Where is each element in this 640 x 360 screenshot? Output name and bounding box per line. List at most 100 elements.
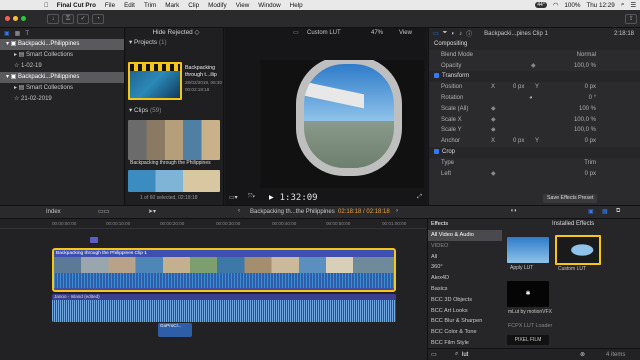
anchor-y[interactable]: 0 px [585,136,596,147]
timeline-ruler[interactable]: 00:00:00:00 00:00:10:00 00:00:20:00 00:0… [0,219,427,229]
opacity-slider[interactable]: ◆ [531,61,536,72]
clear-search-icon[interactable]: ⊗ [580,351,585,358]
color-icon[interactable]: ◐ [451,31,455,37]
save-effects-preset-button[interactable]: Save Effects Preset [543,194,598,203]
transform-tool-icon[interactable]: ⤧▾ [248,194,255,201]
import-icon[interactable]: ↓ [47,13,59,24]
category-bcc-3d-objects[interactable]: BCC 3D Objects [428,295,502,306]
scale-slider[interactable]: ◆ [491,104,496,115]
menu-modify[interactable]: Modify [208,2,227,9]
opacity-value[interactable]: 100,0 % [574,61,596,72]
zoom-popup[interactable]: 47% [371,28,383,38]
key-icon[interactable]: ⚿ [62,13,74,24]
video-inspector-icon[interactable]: ▭ [433,30,439,37]
apple-icon[interactable]:  [44,2,49,9]
crop-left-value[interactable]: 0 px [585,169,596,180]
crop-left-slider[interactable]: ◆ [491,169,496,180]
category-bcc-art-looks[interactable]: BCC Art Looks [428,306,502,317]
custom-lut-thumbnail[interactable] [555,235,601,265]
connected-clip[interactable]: GoProCl... [158,323,192,337]
position-y[interactable]: 0 px [585,82,596,93]
library-item-smart-collections-2[interactable]: ▸ ▤ Smart Collections [0,83,124,94]
transform-section[interactable]: Transform [429,71,640,83]
crop-checkbox[interactable] [434,148,439,154]
wifi-icon[interactable]: ◠ [553,2,559,9]
close-window-icon[interactable] [5,16,10,21]
category-all-video-audio[interactable]: All Video & Audio [428,230,502,241]
select-tool-icon[interactable]: ➤▾ [148,208,156,215]
clock[interactable]: Thu 12:29 [586,2,614,9]
projects-header[interactable]: ▾ Projects (1) [126,38,223,48]
effects-browser-icon[interactable]: ▦ [602,208,608,215]
category-all[interactable]: All [428,252,502,263]
rotation-dial-icon[interactable]: ◕ [529,93,533,104]
project-thumbnail[interactable] [128,62,182,100]
zoom-window-icon[interactable] [21,16,26,21]
zoom-level[interactable]: 100% [564,2,580,9]
libraries-icon[interactable]: ▣ [4,30,10,37]
back-icon[interactable]: ‹ [238,208,240,214]
titles-icon[interactable]: T [25,31,29,37]
forward-icon[interactable]: › [396,208,398,214]
share-icon[interactable]: ⇪ [625,13,637,24]
effects-search-input[interactable]: lut [462,352,468,358]
menu-file[interactable]: File [105,2,115,9]
info-icon[interactable]: ⓘ [466,29,472,38]
scale-all-value[interactable]: 100 % [579,104,596,115]
clips-header[interactable]: ▾ Clips (59) [126,106,161,116]
background-tasks-icon[interactable]: ◔ [92,13,104,24]
library-item-backpacking[interactable]: ▾ ▣ Backpacki...Philippines [0,39,124,50]
apply-lut-thumbnail[interactable] [507,237,549,263]
scale-x-value[interactable]: 100,0 % [574,115,596,126]
timecode-display[interactable]: 1:32:09 [280,193,318,203]
filter-icon[interactable]: ⏷ [443,30,448,37]
menu-list-icon[interactable]: ☰ [630,2,636,9]
pixel-film-thumbnail[interactable]: PIXEL FILM [507,335,549,345]
display-options-icon[interactable]: ▭▾ [229,194,238,201]
transitions-icon[interactable]: ⧉ [616,208,620,215]
clip-thumbnail[interactable] [128,120,220,160]
audio-inspector-icon[interactable]: ♪ [459,31,462,37]
rotation-value[interactable]: 0 ° [589,93,596,104]
menu-view[interactable]: View [236,2,250,9]
check-icon[interactable]: ✓ [77,13,89,24]
audio-clip[interactable]: Janoo - Island (edited) [52,294,396,322]
category-360[interactable]: 360° [428,262,502,273]
thumbnail-view-icon[interactable]: ▭ [431,351,437,358]
compositing-section[interactable]: Compositing [429,39,640,50]
video-frame[interactable] [260,60,424,188]
library-item-event-2[interactable]: ☆ 21-02-2019 [0,94,124,105]
menu-mark[interactable]: Mark [165,2,179,9]
menu-app[interactable]: Final Cut Pro [57,2,96,9]
menu-clip[interactable]: Clip [188,2,199,9]
mlut-thumbnail[interactable]: ✱ [507,281,549,307]
installed-effects-popup[interactable]: Installed Effects [552,221,594,227]
menu-window[interactable]: Window [258,2,280,9]
anchor-x[interactable]: 0 px [513,136,524,147]
marker[interactable] [90,237,98,243]
snapping-icon[interactable]: ▣ [588,208,594,215]
position-x[interactable]: 0 px [513,82,524,93]
audio-meter-icon[interactable]: ◖◗ [510,208,517,214]
scale-y-slider[interactable]: ◆ [491,125,496,136]
index-button[interactable]: Index [46,209,61,215]
category-bcc-blur-sharpen[interactable]: BCC Blur & Sharpen [428,316,502,327]
transform-checkbox[interactable] [434,73,439,79]
blend-mode-popup[interactable]: Normal [577,50,596,61]
library-item-smart-collections[interactable]: ▸ ▤ Smart Collections [0,50,124,61]
crop-type-popup[interactable]: Trim [584,158,596,169]
category-alex4d[interactable]: Alex4D [428,273,502,284]
search-icon[interactable]: ⌕ [621,1,625,9]
scale-y-value[interactable]: 100,0 % [574,125,596,136]
library-item-event[interactable]: ☆ 1-02-19 [0,61,124,72]
category-basics[interactable]: Basics [428,284,502,295]
primary-video-clip[interactable]: Backpacking through the Philippines Clip… [52,248,396,292]
append-icon[interactable]: ▭▭ [98,208,109,215]
view-popup[interactable]: View [399,28,412,38]
category-bcc-color-tone[interactable]: BCC Color & Tone [428,327,502,338]
battery-badge[interactable]: 44° [535,2,547,8]
crop-section[interactable]: Crop [429,146,640,158]
clip-thumbnail-2[interactable] [128,170,220,192]
library-item-backpacking-2[interactable]: ▾ ▣ Backpacki...Philippines [0,72,124,83]
minimize-window-icon[interactable] [13,16,18,21]
